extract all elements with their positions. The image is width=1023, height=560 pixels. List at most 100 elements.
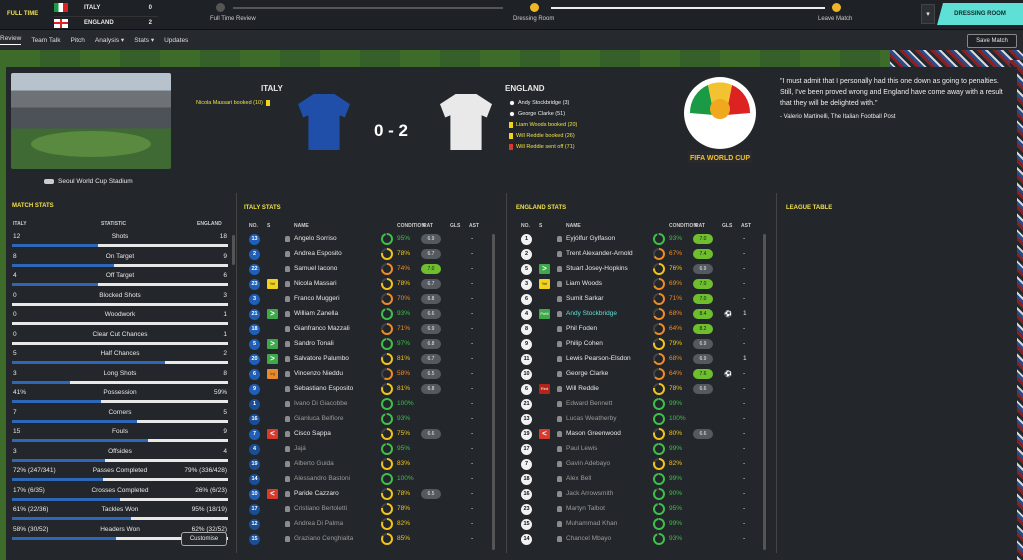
player-name[interactable]: Graziano Cenghialta bbox=[294, 535, 353, 542]
player-name[interactable]: Alex Bell bbox=[566, 475, 591, 482]
player-name[interactable]: Andy Stockbridge bbox=[566, 310, 617, 317]
player-name[interactable]: Vincenzo Nieddu bbox=[294, 370, 343, 377]
player-row[interactable]: 5 > Sandro Tonali 97% 6.8 - bbox=[249, 337, 499, 352]
player-name[interactable]: Gianluca Belfiore bbox=[294, 415, 344, 422]
player-row[interactable]: 13 Lucas Weatherby 100% - bbox=[521, 412, 771, 427]
player-name[interactable]: Alessandro Bastoni bbox=[294, 475, 350, 482]
player-name[interactable]: Eyjólfur Gylfason bbox=[566, 235, 615, 242]
player-name[interactable]: Ivano Di Giacobbe bbox=[294, 400, 347, 407]
player-name[interactable]: Sandro Tonali bbox=[294, 340, 334, 347]
player-name[interactable]: Philip Cohen bbox=[566, 340, 603, 347]
player-name[interactable]: Andrea Di Palma bbox=[294, 520, 343, 527]
player-name[interactable]: Lewis Pearson-Elsdon bbox=[566, 355, 631, 362]
player-name[interactable]: William Zanella bbox=[294, 310, 338, 317]
player-name[interactable]: Jajá bbox=[294, 445, 306, 452]
player-row[interactable]: 2 Andrea Esposito 78% 6.7 - bbox=[249, 247, 499, 262]
player-name[interactable]: Sumit Sarkar bbox=[566, 295, 604, 302]
player-row[interactable]: 11 Lewis Pearson-Elsdon 68% 6.9 1 bbox=[521, 352, 771, 367]
player-row[interactable]: 1 Ivano Di Giacobbe 100% - bbox=[249, 397, 499, 412]
save-match-button[interactable]: Save Match bbox=[967, 34, 1017, 48]
player-row[interactable]: 23 Yel Nicola Massari 78% 6.7 - bbox=[249, 277, 499, 292]
player-name[interactable]: Trent Alexander-Arnold bbox=[566, 250, 633, 257]
player-row[interactable]: 15 Graziano Cenghialta 85% - bbox=[249, 532, 499, 547]
player-row[interactable]: 9 Sebastiano Esposito 81% 6.8 - bbox=[249, 382, 499, 397]
player-row[interactable]: 6 Inj Vincenzo Nieddu 58% 6.5 - bbox=[249, 367, 499, 382]
player-row[interactable]: 1 Eyjólfur Gylfason 93% 7.0 - bbox=[521, 232, 771, 247]
player-row[interactable]: 3 Franco Muggeri 70% 6.8 - bbox=[249, 292, 499, 307]
player-row[interactable]: 14 Alessandro Bastoni 100% - bbox=[249, 472, 499, 487]
player-row[interactable]: 19 < Mason Greenwood 80% 6.6 - bbox=[521, 427, 771, 442]
player-row[interactable]: 13 Angelo Sorriso 95% 6.9 - bbox=[249, 232, 499, 247]
player-row[interactable]: 3 Yel Liam Woods 69% 7.0 - bbox=[521, 277, 771, 292]
player-name[interactable]: Liam Woods bbox=[566, 280, 602, 287]
player-row[interactable]: 14 Chancel Mbayo 93% - bbox=[521, 532, 771, 547]
player-name[interactable]: George Clarke bbox=[566, 370, 608, 377]
player-name[interactable]: Muhammad Khan bbox=[566, 520, 617, 527]
tab-pitch[interactable]: Pitch bbox=[70, 37, 84, 44]
player-row[interactable]: 10 < Paride Cazzaro 78% 6.5 - bbox=[249, 487, 499, 502]
player-name[interactable]: Alberto Guida bbox=[294, 460, 334, 467]
player-name[interactable]: Gavin Adebayo bbox=[566, 460, 610, 467]
player-row[interactable]: 6 Red Will Reddie 78% 6.6 - bbox=[521, 382, 771, 397]
chevron-down-icon[interactable]: ▾ bbox=[921, 4, 935, 24]
player-row[interactable]: 8 Phil Foden 64% 8.2 - bbox=[521, 322, 771, 337]
match-stats-scrollbar[interactable] bbox=[232, 235, 235, 265]
italy-scrollbar[interactable] bbox=[492, 234, 495, 550]
player-row[interactable]: 22 Samuel Iacono 74% 7.0 - bbox=[249, 262, 499, 277]
timeline-step-review[interactable] bbox=[216, 3, 225, 12]
player-row[interactable]: 21 > William Zanella 93% 6.6 - bbox=[249, 307, 499, 322]
player-name[interactable]: Phil Foden bbox=[566, 325, 597, 332]
player-row[interactable]: 7 < Cisco Sappa 75% 6.6 - bbox=[249, 427, 499, 442]
timeline-step-leave[interactable] bbox=[832, 3, 841, 12]
tab-updates[interactable]: Updates bbox=[164, 37, 188, 44]
player-name[interactable]: Edward Bennett bbox=[566, 400, 612, 407]
player-name[interactable]: Martyn Talbot bbox=[566, 505, 605, 512]
player-row[interactable]: 21 Edward Bennett 99% - bbox=[521, 397, 771, 412]
player-row[interactable]: 17 Paul Lewis 99% - bbox=[521, 442, 771, 457]
player-row[interactable]: 19 Alberto Guida 83% - bbox=[249, 457, 499, 472]
tab-analysis[interactable]: Analysis ▾ bbox=[95, 36, 124, 44]
player-row[interactable]: 16 Jack Arrowsmith 90% - bbox=[521, 487, 771, 502]
player-name[interactable]: Gianfranco Mazzali bbox=[294, 325, 350, 332]
player-row[interactable]: 2 Trent Alexander-Arnold 67% 7.4 - bbox=[521, 247, 771, 262]
player-row[interactable]: 4 PoM Andy Stockbridge 68% 8.4 ⚽ 1 bbox=[521, 307, 771, 322]
dressing-room-button[interactable]: DRESSING ROOM bbox=[937, 3, 1023, 25]
player-row[interactable]: 16 Gianluca Belfiore 93% - bbox=[249, 412, 499, 427]
player-name[interactable]: Andrea Esposito bbox=[294, 250, 342, 257]
england-scrollbar[interactable] bbox=[763, 234, 766, 550]
player-name[interactable]: Franco Muggeri bbox=[294, 295, 340, 302]
player-name[interactable]: Stuart Josey-Hopkins bbox=[566, 265, 628, 272]
timeline-step-dressing[interactable] bbox=[530, 3, 539, 12]
player-row[interactable]: 12 Andrea Di Palma 82% - bbox=[249, 517, 499, 532]
player-row[interactable]: 17 Cristiano Bertoletti 78% - bbox=[249, 502, 499, 517]
player-row[interactable]: 20 > Salvatore Palumbo 81% 6.7 - bbox=[249, 352, 499, 367]
player-name[interactable]: Lucas Weatherby bbox=[566, 415, 616, 422]
player-name[interactable]: Sebastiano Esposito bbox=[294, 385, 353, 392]
player-row[interactable]: 18 Alex Bell 99% - bbox=[521, 472, 771, 487]
player-row[interactable]: 15 Muhammad Khan 99% - bbox=[521, 517, 771, 532]
player-row[interactable]: 10 George Clarke 64% 7.6 ⚽ - bbox=[521, 367, 771, 382]
player-name[interactable]: Will Reddie bbox=[566, 385, 599, 392]
player-row[interactable]: 9 Philip Cohen 79% 6.9 - bbox=[521, 337, 771, 352]
player-name[interactable]: Chancel Mbayo bbox=[566, 535, 611, 542]
player-row[interactable]: 6 Sumit Sarkar 71% 7.0 - bbox=[521, 292, 771, 307]
player-name[interactable]: Salvatore Palumbo bbox=[294, 355, 349, 362]
player-name[interactable]: Paride Cazzaro bbox=[294, 490, 339, 497]
player-row[interactable]: 4 Jajá 95% - bbox=[249, 442, 499, 457]
player-name[interactable]: Nicola Massari bbox=[294, 280, 337, 287]
player-row[interactable]: 23 Martyn Talbot 95% - bbox=[521, 502, 771, 517]
tab-stats[interactable]: Stats ▾ bbox=[134, 36, 154, 44]
player-row[interactable]: 5 > Stuart Josey-Hopkins 76% 6.9 - bbox=[521, 262, 771, 277]
tab-team-talk[interactable]: Team Talk bbox=[31, 37, 60, 44]
player-name[interactable]: Samuel Iacono bbox=[294, 265, 337, 272]
player-name[interactable]: Cristiano Bertoletti bbox=[294, 505, 347, 512]
player-row[interactable]: 7 Gavin Adebayo 82% - bbox=[521, 457, 771, 472]
customise-button[interactable]: Customise bbox=[181, 532, 227, 546]
player-name[interactable]: Angelo Sorriso bbox=[294, 235, 337, 242]
player-name[interactable]: Cisco Sappa bbox=[294, 430, 331, 437]
tab-review[interactable]: Review bbox=[0, 35, 22, 45]
player-name[interactable]: Jack Arrowsmith bbox=[566, 490, 613, 497]
player-name[interactable]: Paul Lewis bbox=[566, 445, 597, 452]
player-row[interactable]: 18 Gianfranco Mazzali 71% 6.9 - bbox=[249, 322, 499, 337]
player-name[interactable]: Mason Greenwood bbox=[566, 430, 621, 437]
